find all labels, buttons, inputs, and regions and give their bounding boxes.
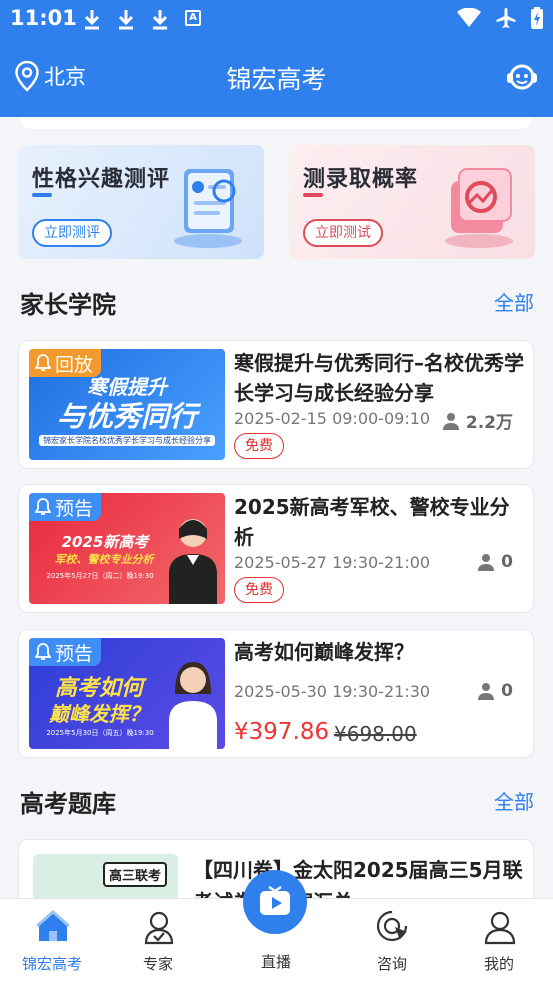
tag-label: 预告: [55, 497, 94, 520]
personality-test-card[interactable]: 性格兴趣测评 立即测评: [18, 145, 264, 259]
course-thumbnail: 回放 寒假提升 与优秀同行 锦宏家长学院名校优秀学长学习与成长经验分享: [29, 349, 225, 460]
course-time: 2025-02-15 09:00-09:10: [234, 409, 431, 428]
promo-title: 性格兴趣测评: [32, 167, 171, 192]
course-thumbnail: 预告 高考如何 巅峰发挥？ 2025年5月30日（周五）晚19:30: [29, 638, 225, 749]
download-icon: [118, 10, 134, 30]
course-card[interactable]: 回放 寒假提升 与优秀同行 锦宏家长学院名校优秀学长学习与成长经验分享 寒假提升…: [18, 340, 534, 469]
tab-expert[interactable]: 专家: [108, 899, 208, 983]
question-bank-header: 高考题库 全部: [20, 784, 534, 818]
tab-label: 锦宏高考: [21, 955, 82, 973]
download-icon: [84, 10, 100, 30]
admission-probability-card[interactable]: 测录取概率 立即测试: [289, 145, 535, 259]
live-play-icon: [260, 885, 290, 915]
promo-underline: [32, 193, 52, 197]
home-icon: [36, 910, 70, 941]
tab-label: 专家: [142, 955, 173, 973]
tab-consult[interactable]: 咨询: [342, 899, 442, 983]
tab-label: 咨询: [376, 955, 407, 973]
view-all-link[interactable]: 全部: [494, 287, 534, 316]
tag-label: 预告: [55, 642, 94, 665]
status-bar: 11:01 A: [0, 0, 553, 38]
status-time: 11:01: [10, 6, 77, 30]
expert-icon: [144, 911, 174, 945]
probability-illustration: [445, 168, 513, 248]
course-title: 寒假提升与优秀同行–名校优秀学长学习与成长经验分享: [234, 351, 524, 405]
person-icon: [478, 554, 495, 571]
course-time: 2025-05-27 19:30-21:00: [234, 553, 431, 572]
thumb-headline: 巅峰发挥？: [49, 702, 149, 726]
promo-title: 测录取概率: [303, 167, 419, 192]
exam-tag: 高三联考: [103, 862, 168, 887]
customer-service-icon[interactable]: [505, 60, 539, 94]
profile-icon: [484, 911, 516, 945]
tab-label: 我的: [483, 955, 514, 973]
course-card[interactable]: 预告 高考如何 巅峰发挥？ 2025年5月30日（周五）晚19:30 高考如何巅…: [18, 629, 534, 758]
thumb-headline: 2025新高考: [61, 533, 149, 551]
course-thumbnail: 预告 2025新高考 军校、警校专业分析 2025年5月27日（周二）晚19:3…: [29, 493, 225, 604]
section-title: 高考题库: [20, 790, 116, 818]
thumb-caption: 锦宏家长学院名校优秀学长学习与成长经验分享: [39, 435, 215, 446]
airplane-icon: [496, 8, 516, 28]
bell-icon: [35, 643, 51, 660]
wifi-icon: [457, 8, 481, 27]
viewer-count: 0: [477, 681, 513, 701]
course-time: 2025-05-30 19:30-21:30: [234, 682, 431, 701]
start-probability-button[interactable]: 立即测试: [303, 219, 383, 247]
thumb-headline: 与优秀同行: [56, 400, 197, 433]
top-card-edge: [20, 117, 532, 129]
course-title: 高考如何巅峰发挥？: [234, 640, 414, 664]
preview-tag: 预告: [29, 493, 102, 521]
promo-underline: [303, 193, 323, 197]
download-icon: [152, 10, 168, 30]
exam-thumbnail: 高三联考: [33, 854, 178, 898]
course-title: 2025新高考军校、警校专业分析: [234, 495, 510, 549]
speaker-portrait: [169, 662, 217, 749]
consult-icon: [376, 910, 408, 942]
viewer-count-label: 0: [501, 681, 513, 701]
tab-home[interactable]: 锦宏高考: [2, 899, 102, 983]
notification-a-icon: A: [185, 10, 201, 26]
original-price: ¥698.00: [334, 722, 417, 746]
tab-label-live[interactable]: 直播: [226, 951, 326, 972]
person-icon: [478, 683, 495, 700]
app-header: 11:01 A 北京 锦宏高考: [0, 0, 553, 117]
preview-tag: 预告: [29, 638, 102, 666]
bell-icon: [35, 498, 51, 515]
viewer-count: 2.2万: [442, 408, 513, 433]
home-content[interactable]: 性格兴趣测评 立即测评 测录取概率 立即测试 家长学院 全部 回放 寒假提升 与…: [0, 117, 553, 898]
tab-profile[interactable]: 我的: [449, 899, 549, 983]
viewer-count-label: 0: [501, 552, 513, 572]
start-test-button[interactable]: 立即测评: [32, 219, 112, 247]
exam-title: 【四川卷】金太阳2025届高三5月联考试卷及答案汇总: [193, 858, 523, 898]
section-title: 家长学院: [20, 291, 116, 319]
view-all-link[interactable]: 全部: [494, 786, 534, 815]
free-badge: 免费: [234, 577, 284, 603]
nav-bar: 北京 锦宏高考: [0, 52, 553, 102]
course-price: ¥397.86: [234, 719, 330, 745]
thumb-headline: 军校、警校专业分析: [54, 553, 154, 566]
viewer-count-label: 2.2万: [465, 413, 513, 433]
thumb-caption: 2025年5月30日（周五）晚19:30: [46, 729, 154, 737]
parents-section-header: 家长学院 全部: [20, 285, 534, 319]
page-title: 锦宏高考: [226, 65, 327, 94]
clipboard-test-illustration: [174, 169, 242, 248]
viewer-count: 0: [477, 552, 513, 572]
live-broadcast-button[interactable]: [243, 870, 307, 934]
battery-icon: [531, 7, 543, 29]
speaker-portrait: [169, 519, 217, 604]
person-icon: [442, 412, 459, 430]
thumb-caption: 2025年5月27日（周二）晚19:30: [46, 572, 154, 580]
course-card[interactable]: 预告 2025新高考 军校、警校专业分析 2025年5月27日（周二）晚19:3…: [18, 484, 534, 613]
bell-icon: [35, 354, 51, 371]
free-badge: 免费: [234, 433, 284, 459]
